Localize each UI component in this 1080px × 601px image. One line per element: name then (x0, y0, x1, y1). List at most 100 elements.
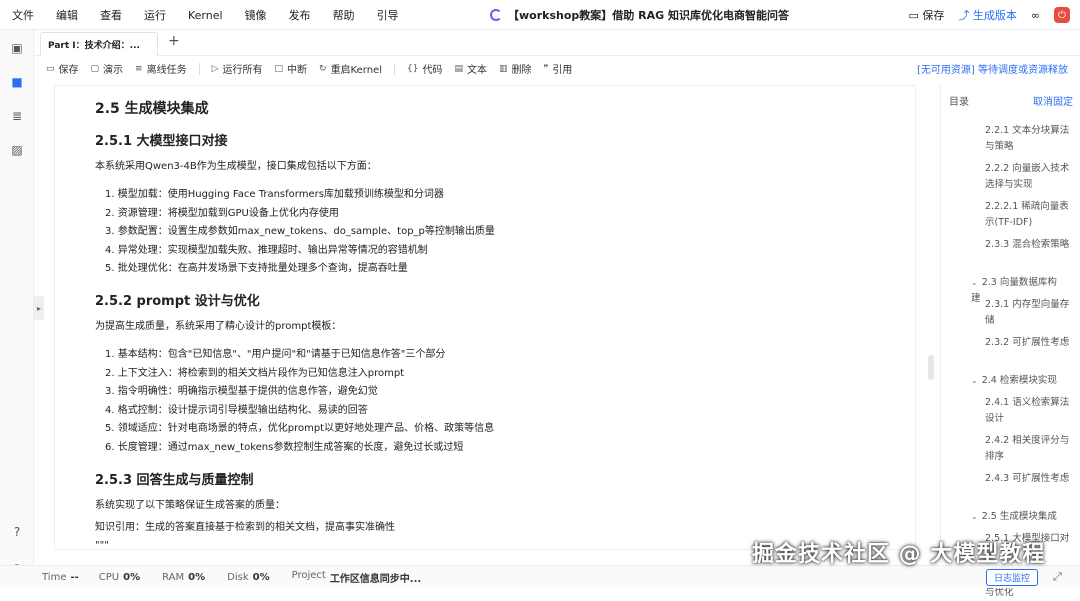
cpu-status: CPU 0% (98, 571, 141, 583)
menu-item[interactable]: 查看 (100, 7, 122, 23)
add-tab-icon[interactable]: + (168, 33, 180, 49)
list-item: 5. 批处理优化：在高并发场景下支持批量处理多个查询，提高吞吐量 (105, 263, 408, 275)
list-item: 3. 指令明确性：明确指示模型基于提供的信息作答，避免幻觉 (105, 386, 378, 398)
toc-item[interactable]: 2.3.3 混合检索策略 (985, 237, 1075, 253)
chevron-down-icon[interactable]: ⌄ (971, 512, 978, 521)
power-icon[interactable]: ⏻ (1054, 7, 1070, 23)
present-icon: ▢ (90, 63, 100, 74)
toc-item[interactable]: 2.2.2.1 稀疏向量表示(TF-IDF) (985, 199, 1075, 231)
menu-item[interactable]: 运行 (144, 7, 166, 23)
toc-item[interactable]: 2.4.3 可扩展性考虑 (985, 471, 1075, 487)
menu-item[interactable]: Kernel (188, 9, 223, 22)
log-monitor-button[interactable]: 日志监控 (986, 569, 1038, 586)
folder-icon[interactable]: ■ (9, 74, 25, 90)
toolbar-label: 删除 (511, 65, 532, 76)
resource-status[interactable]: [无可用资源] 等待调度或资源释放 (917, 56, 1068, 81)
toolbar-text-button[interactable]: ▤ 文本 (454, 61, 487, 77)
toc-item-label: 2.5 生成模块集成 (981, 511, 1057, 522)
unpin-button[interactable]: 取消固定 (1033, 93, 1073, 108)
menu-item[interactable]: 镜像 (245, 7, 267, 23)
share-link-icon[interactable]: ∞ (1031, 9, 1040, 22)
toolbar-quote-button[interactable]: ❞ 引用 (543, 61, 572, 77)
toc-item-label: 2.3.1 内存型向量存储 (985, 299, 1070, 326)
interrupt-icon: □ (274, 63, 284, 74)
toc-item[interactable]: 2.3.2 可扩展性考虑 (985, 335, 1075, 351)
paragraph: 系统实现了以下策略保证生成答案的质量： (95, 499, 285, 511)
menu-bar: 文件 编辑 查看 运行 Kernel 镜像 发布 帮助 引导 【workshop教案】借助 RA… (0, 0, 1080, 30)
toc-header: 目录 取消固定 (949, 93, 1073, 108)
section-heading-2-5-1: 2.5.1 大模型接口对接 (95, 134, 228, 149)
toolbar-label: 运行所有 (222, 65, 263, 76)
menu-item[interactable]: 编辑 (56, 7, 78, 23)
code-icon: {} (406, 63, 419, 74)
toolbar-label: 中断 (287, 65, 308, 76)
menu-item[interactable]: 发布 (289, 7, 311, 23)
restart-icon: ↻ (319, 63, 327, 74)
database-icon[interactable]: ≣ (9, 108, 25, 124)
section-heading-2-5-2: 2.5.2 prompt 设计与优化 (95, 293, 260, 309)
chevron-down-icon[interactable]: ⌄ (971, 376, 978, 385)
toolbar-delete-button[interactable]: ▥ 删除 (498, 61, 532, 77)
toolbar-label: 保存 (58, 65, 79, 76)
toolbar-run-all-button[interactable]: ▷ 运行所有 (212, 61, 263, 77)
project-status: Project 工作区信息同步中... (291, 569, 422, 585)
toolbar-label: 演示 (103, 65, 124, 76)
generate-version-button[interactable]: ⤴ 生成版本 (958, 7, 1017, 23)
list-item: 4. 格式控制：设计提示词引导模型输出结构化、易读的回答 (105, 404, 368, 416)
list-item: 4. 异常处理：实现模型加载失败、推理超时、输出异常等情况的容错机制 (105, 244, 428, 256)
toc-item[interactable]: 2.2.1 文本分块算法与策略 (985, 123, 1075, 155)
ram-status: RAM 0% (162, 571, 206, 583)
toc-item[interactable]: 2.2.2 向量嵌入技术选择与实现 (985, 161, 1075, 193)
main-menu: 文件 编辑 查看 运行 Kernel 镜像 发布 帮助 引导 (12, 0, 399, 30)
toc-item-label: 2.4 检索模块实现 (981, 375, 1057, 386)
table-of-contents: 目录 取消固定 2.2.1 文本分块算法与策略 2.2.2 向量嵌入技术选择与实现… (940, 85, 1080, 598)
list-item: 6. 长度管理：通过max_new_tokens参数控制生成答案的长度，避免过长… (105, 441, 464, 453)
scrollbar[interactable] (928, 355, 934, 380)
status-bar: Time -- CPU 0% RAM 0% Disk 0% Project 工作区信息同步… (0, 565, 1080, 588)
toc-item-label: 2.4.1 语义检索算法设计 (985, 397, 1070, 424)
toc-item-label: 2.2.1 文本分块算法与策略 (985, 125, 1070, 152)
list-item: 2. 资源管理：将模型加载到GPU设备上优化内存使用 (105, 207, 339, 219)
help-icon[interactable]: ? (9, 524, 25, 540)
numbered-list: 1. 模型加载：使用Hugging Face Transformers库加载预训… (105, 186, 895, 279)
inbox-icon[interactable]: ▣ (9, 40, 25, 56)
expand-icon[interactable]: ⤢ (1053, 570, 1062, 584)
paragraph: 知识引用：生成的答案直接基于检索到的相关文档，提高事实准确性 (95, 521, 395, 533)
toolbar-save-button[interactable]: ▭ 保存 (46, 61, 79, 77)
document-title: 【workshop教案】借助 RAG 知识库优化电商智能问答 (490, 0, 789, 30)
list-item: 5. 领域适应：针对电商场景的特点，优化prompt以更好地处理产品、价格、政策… (105, 423, 495, 435)
offline-icon: ≡ (135, 63, 143, 74)
toolbar-present-button[interactable]: ▢ 演示 (90, 61, 124, 77)
menu-item[interactable]: 引导 (377, 7, 399, 23)
quote-icon: ❞ (543, 63, 549, 74)
section-heading-2-5: 2.5 生成模块集成 (95, 101, 209, 117)
toolbar-restart-button[interactable]: ↻ 重启Kernel (319, 61, 382, 77)
menu-item[interactable]: 文件 (12, 7, 34, 23)
chevron-down-icon[interactable]: ⌄ (971, 278, 978, 287)
toolbar-interrupt-button[interactable]: □ 中断 (274, 61, 308, 77)
activity-bar: ▣ ■ ≣ ▨ ? ◐ (0, 30, 34, 588)
paragraph: 本系统采用Qwen3-4B作为生成模型，接口集成包括以下方面： (95, 161, 377, 172)
notebook-toolbar: ▭ 保存 ▢ 演示 ≡ 离线任务 ▷ 运行所有 □ 中断 ↻ 重启Kernel {} 代码 ▤ 文本 ▥ 删除 ❞ 引… (34, 56, 1080, 81)
toc-item-label: 2.2.2.1 稀疏向量表示(TF-IDF) (985, 201, 1069, 228)
section-heading-2-5-3: 2.5.3 回答生成与质量控制 (95, 472, 254, 488)
toc-item[interactable]: ⌄ 2.4 检索模块实现 (971, 373, 1057, 389)
toolbar-code-button[interactable]: {} 代码 (406, 61, 442, 77)
toc-item[interactable]: 2.3.1 内存型向量存储 (985, 297, 1075, 329)
collapse-sidebar-icon[interactable]: ▸ (34, 296, 44, 320)
delete-icon: ▥ (498, 63, 508, 74)
toc-item[interactable]: ⌄ 2.5 生成模块集成 (971, 509, 1057, 525)
app-logo-icon (490, 9, 502, 21)
top-save-button[interactable]: ▭ 保存 (908, 7, 944, 23)
toolbar-divider (198, 62, 200, 75)
image-icon[interactable]: ▨ (9, 142, 25, 158)
menu-item[interactable]: 帮助 (333, 7, 355, 23)
toolbar-label: 重启Kernel (330, 65, 382, 76)
toc-item[interactable]: 2.4.1 语义检索算法设计 (985, 395, 1075, 427)
watermark: 掘金技术社区 @ 大模型教程 (752, 542, 1046, 567)
tab-part-1[interactable]: Part I：技术介绍：... (40, 32, 158, 56)
toc-item[interactable]: 2.4.2 相关度评分与排序 (985, 433, 1075, 465)
toolbar-divider (393, 62, 395, 75)
toolbar-offline-button[interactable]: ≡ 离线任务 (135, 61, 187, 77)
toc-item-label: 2.2.2 向量嵌入技术选择与实现 (985, 163, 1070, 190)
